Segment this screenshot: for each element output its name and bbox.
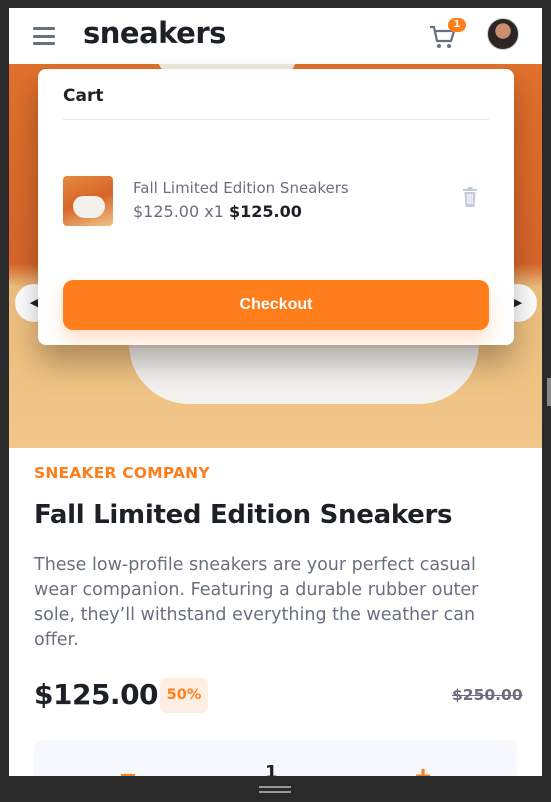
original-price: $250.00 <box>452 686 523 704</box>
avatar[interactable] <box>487 18 519 50</box>
header: sneakers 1 <box>9 8 542 64</box>
company-label: SNEAKER COMPANY <box>34 464 210 482</box>
cart-divider <box>63 119 489 120</box>
scrollbar-thumb[interactable] <box>547 378 551 406</box>
bottom-bar <box>0 776 551 802</box>
product-price: $125.00 <box>34 678 159 711</box>
cart-title: Cart <box>63 86 104 106</box>
cart-dropdown: Cart Fall Limited Edition Sneakers $125.… <box>38 69 514 345</box>
cart-count-badge: 1 <box>448 18 466 32</box>
cart-item-unit-price: $125.00 x1 <box>133 202 224 221</box>
cart-item-name: Fall Limited Edition Sneakers <box>133 179 349 197</box>
delete-icon[interactable] <box>462 187 478 207</box>
drag-handle-icon[interactable] <box>259 786 291 793</box>
menu-icon[interactable] <box>33 27 55 45</box>
discount-badge: 50% <box>160 678 208 713</box>
cart-item-thumbnail <box>63 176 113 226</box>
checkout-button[interactable]: Checkout <box>63 280 489 330</box>
product-description: These low-profile sneakers are your perf… <box>34 555 479 650</box>
shoe-sole-graphic <box>129 344 479 404</box>
logo[interactable]: sneakers <box>83 16 226 50</box>
product-title: Fall Limited Edition Sneakers <box>34 500 453 530</box>
cart-item-price: $125.00 x1 $125.00 <box>133 202 302 221</box>
phone-screen: sneakers 1 ◀ ▶ Cart Fall Limited Edition… <box>9 8 542 794</box>
cart-item-total: $125.00 <box>229 202 302 221</box>
